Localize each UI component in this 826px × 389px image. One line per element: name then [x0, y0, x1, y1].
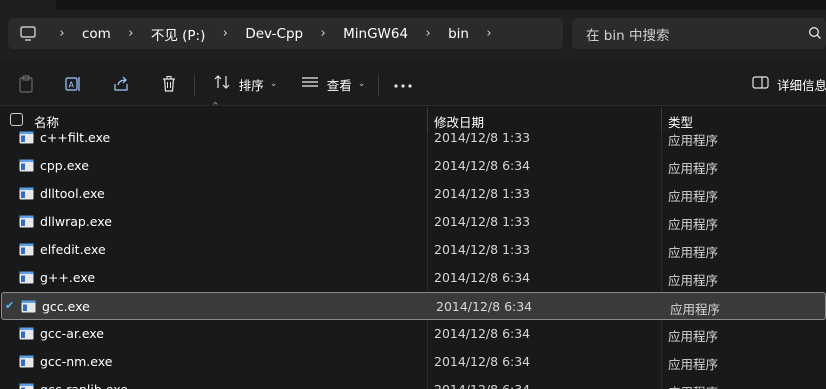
file-row[interactable]: gcc-nm.exe 2014/12/8 6:34 应用程序: [0, 348, 826, 376]
exe-file-icon: [19, 243, 34, 256]
sort-icon: [213, 74, 231, 94]
file-row[interactable]: g++.exe 2014/12/8 6:34 应用程序: [0, 264, 826, 292]
tab-strip: [56, 0, 826, 10]
chevron-right-icon[interactable]: ›: [54, 26, 70, 41]
address-bar[interactable]: › com › 不见 (P:) › Dev-Cpp › MinGW64 › bi…: [8, 18, 563, 49]
exe-file-icon: [19, 131, 34, 144]
sort-button[interactable]: 排序 ⌄: [210, 68, 280, 100]
file-row[interactable]: dllwrap.exe 2014/12/8 1:33 应用程序: [0, 208, 826, 236]
paste-icon[interactable]: [14, 68, 38, 100]
file-type: 应用程序: [668, 133, 719, 148]
file-date: 2014/12/8 1:33: [434, 186, 531, 201]
breadcrumb-dev-cpp[interactable]: Dev-Cpp: [239, 26, 309, 42]
file-row[interactable]: elfedit.exe 2014/12/8 1:33 应用程序: [0, 236, 826, 264]
file-date: 2014/12/8 6:34: [434, 382, 530, 389]
file-name: dllwrap.exe: [40, 214, 112, 229]
search-input[interactable]: 在 bin 中搜索: [572, 18, 826, 49]
this-pc-icon[interactable]: [8, 18, 48, 49]
file-name: cpp.exe: [40, 158, 89, 173]
details-label: 详细信息: [777, 77, 826, 93]
chevron-right-icon[interactable]: ›: [217, 26, 233, 41]
file-date: 2014/12/8 6:34: [434, 354, 531, 369]
chevron-right-icon[interactable]: ›: [420, 26, 436, 41]
exe-file-icon: [19, 215, 34, 228]
file-type: 应用程序: [668, 382, 718, 389]
more-options-button[interactable]: [390, 68, 416, 100]
exe-file-icon: [19, 187, 34, 200]
toolbar-divider: [378, 74, 379, 96]
file-name: gcc-nm.exe: [40, 354, 113, 369]
file-type: 应用程序: [668, 329, 719, 344]
exe-file-icon: [19, 159, 34, 172]
chevron-right-icon[interactable]: ›: [481, 26, 497, 41]
file-row[interactable]: dlltool.exe 2014/12/8 1:33 应用程序: [0, 180, 826, 208]
file-type: 应用程序: [668, 357, 719, 372]
address-row: › com › 不见 (P:) › Dev-Cpp › MinGW64 › bi…: [0, 12, 826, 62]
exe-file-icon: [19, 271, 34, 284]
details-pane-icon: [752, 75, 769, 93]
svg-text:A: A: [69, 81, 75, 90]
file-date: 2014/12/8 1:33: [434, 130, 531, 145]
file-date: 2014/12/8 6:34: [434, 326, 531, 341]
sort-indicator-icon: ^: [212, 101, 219, 110]
breadcrumb-mingw64[interactable]: MinGW64: [337, 26, 414, 42]
file-name: elfedit.exe: [40, 242, 106, 257]
file-name: gcc-ranlib.exe: [40, 382, 128, 389]
file-type: 应用程序: [668, 189, 719, 204]
breadcrumb-com[interactable]: com: [76, 26, 117, 42]
chevron-right-icon[interactable]: ›: [315, 26, 331, 41]
file-name: c++filt.exe: [40, 130, 111, 145]
file-type: 应用程序: [668, 273, 719, 288]
checkmark-icon[interactable]: ✔: [5, 299, 19, 313]
toolbar-divider: [194, 74, 195, 96]
file-date: 2014/12/8 1:33: [434, 242, 531, 257]
exe-file-icon: [19, 383, 34, 389]
search-placeholder: 在 bin 中搜索: [586, 27, 670, 44]
file-row[interactable]: c++filt.exe 2014/12/8 1:33 应用程序: [0, 124, 826, 152]
chevron-down-icon: ⌄: [269, 79, 278, 89]
breadcrumb-drive[interactable]: 不见 (P:): [145, 24, 212, 44]
file-type: 应用程序: [668, 161, 719, 176]
file-type: 应用程序: [670, 302, 721, 317]
file-name: dlltool.exe: [40, 186, 105, 201]
file-date: 2014/12/8 6:34: [434, 158, 531, 173]
breadcrumb-bin[interactable]: bin: [442, 26, 475, 42]
search-icon[interactable]: [808, 26, 822, 44]
exe-file-icon: [19, 327, 34, 340]
command-bar: A 排序 ⌄ 查看 ⌄ 详细信息: [0, 62, 826, 106]
file-name: g++.exe: [40, 270, 96, 285]
view-icon: [301, 75, 319, 93]
details-pane-button[interactable]: 详细信息: [752, 68, 826, 100]
file-row[interactable]: gcc-ar.exe 2014/12/8 6:34 应用程序: [0, 320, 826, 348]
sort-label: 排序: [238, 77, 264, 93]
file-date: 2014/12/8 1:33: [434, 214, 531, 229]
file-type: 应用程序: [668, 245, 719, 260]
file-row[interactable]: cpp.exe 2014/12/8 6:34 应用程序: [0, 152, 826, 180]
delete-icon[interactable]: [156, 68, 182, 100]
file-row[interactable]: gcc-ranlib.exe 2014/12/8 6:34 应用程序: [0, 376, 826, 389]
view-button[interactable]: 查看 ⌄: [298, 68, 368, 100]
exe-file-icon: [21, 300, 36, 313]
share-icon[interactable]: [108, 68, 134, 100]
title-bar-strip: [0, 0, 826, 12]
file-name: gcc.exe: [42, 299, 90, 314]
chevron-down-icon: ⌄: [357, 79, 366, 89]
file-date: 2014/12/8 6:34: [434, 270, 531, 285]
more-icon: [394, 77, 412, 92]
file-row[interactable]: ✔ gcc.exe 2014/12/8 6:34 应用程序: [1, 292, 826, 320]
file-date: 2014/12/8 6:34: [436, 299, 533, 314]
file-type: 应用程序: [668, 217, 719, 232]
view-label: 查看: [326, 77, 352, 93]
exe-file-icon: [19, 355, 34, 368]
rename-icon[interactable]: A: [60, 68, 86, 100]
chevron-right-icon[interactable]: ›: [123, 26, 139, 41]
file-name: gcc-ar.exe: [40, 326, 104, 341]
